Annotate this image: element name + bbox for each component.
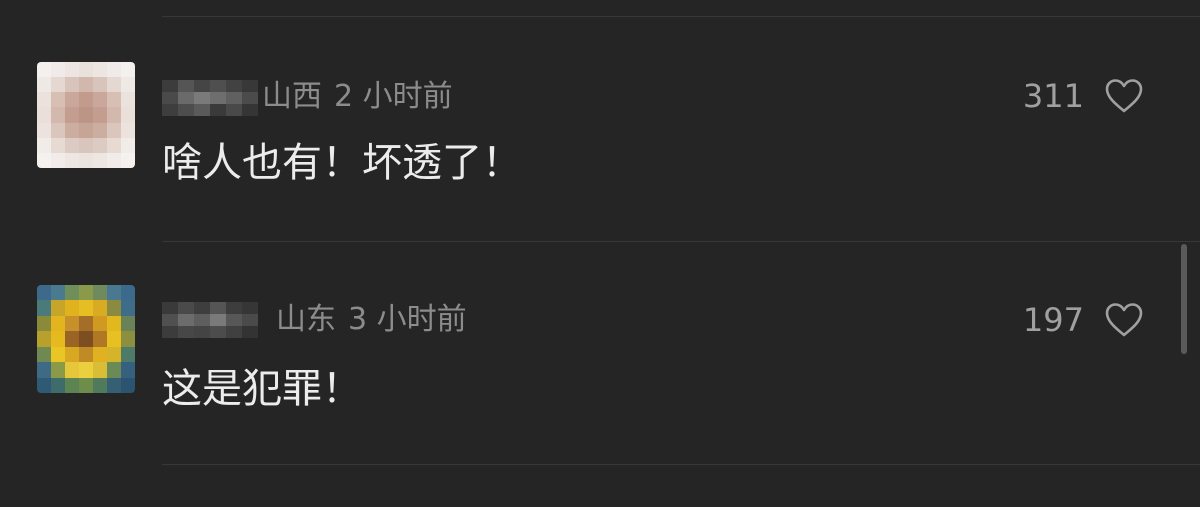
like-button[interactable]: 197 [1023, 302, 1144, 338]
comment-text: 这是犯罪！ [162, 366, 362, 412]
like-count: 197 [1022, 301, 1084, 339]
heart-icon [1105, 303, 1143, 337]
like-count: 311 [1022, 77, 1084, 115]
comment-region: 山东 [276, 302, 336, 337]
scrollbar[interactable] [1181, 244, 1187, 354]
comment-text: 啥人也有！坏透了！ [162, 140, 522, 186]
comment-time: 2 小时前 [334, 79, 453, 114]
comment-divider [162, 464, 1200, 465]
username-blurred[interactable] [162, 80, 258, 116]
avatar[interactable] [37, 62, 135, 168]
comment-time: 3 小时前 [348, 302, 467, 337]
like-button[interactable]: 311 [1023, 78, 1144, 114]
heart-icon [1105, 79, 1143, 113]
comment-meta: 山东 3 小时前 [276, 305, 467, 335]
comment-meta: 山西 2 小时前 [262, 82, 453, 112]
comment-divider [162, 241, 1200, 242]
comment-region: 山西 [262, 79, 322, 114]
top-divider [162, 16, 1200, 17]
username-blurred[interactable] [162, 302, 258, 338]
avatar[interactable] [37, 285, 135, 393]
